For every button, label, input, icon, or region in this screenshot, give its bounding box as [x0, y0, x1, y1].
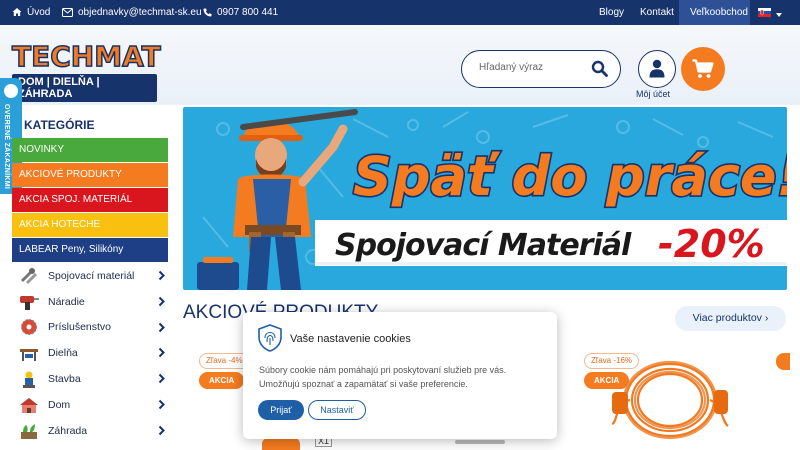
extension-cord-product-image[interactable] [610, 352, 730, 450]
phone-link[interactable]: 0907 800 441 [203, 0, 278, 25]
logo-wordmark: TECHMAT [11, 40, 161, 73]
drill-icon [20, 295, 39, 310]
house-icon [20, 397, 38, 413]
chevron-right-icon[interactable] [158, 399, 165, 410]
product-partial-image [262, 438, 300, 450]
sidebar-category-item[interactable]: Záhrada [12, 418, 168, 444]
banner-subline: Spojovací Materiál [335, 228, 632, 263]
sidebar-category-label: Náradie [48, 295, 85, 308]
search-box [461, 50, 621, 88]
sidebar-category-label: Príslušenstvo [48, 321, 112, 334]
sidebar-category-label: Dom [48, 398, 71, 411]
cookie-title: Vaše nastavenie cookies [290, 333, 411, 345]
sidebar-promo-item[interactable]: AKCIOVÉ PRODUKTY [12, 163, 168, 187]
language-selector[interactable] [758, 0, 787, 25]
category-title: KATEGÓRIE [24, 118, 95, 132]
techmat-logo[interactable]: TECHMAT DOM | DIELŇA | ZÁHRADA [11, 40, 161, 102]
email-link[interactable]: objednavky@techmat-sk.eu [62, 0, 202, 25]
sidebar-category-item[interactable]: Dielňa [12, 340, 168, 366]
banner-discount: -20% [658, 222, 765, 266]
fingerprint-shield-icon [258, 324, 282, 352]
chevron-right-icon[interactable] [158, 373, 165, 384]
user-icon [649, 59, 665, 78]
cookie-text: Súbory cookie nám pomáhajú pri poskytova… [259, 365, 507, 389]
chevron-right-icon[interactable] [158, 347, 165, 358]
chevron-right-icon[interactable] [158, 425, 165, 436]
blog-link[interactable]: Blogy [599, 0, 624, 25]
cookie-accept-button[interactable]: Prijať [258, 400, 304, 420]
cookie-settings-button[interactable]: Nastaviť [308, 400, 366, 420]
sidebar-category-item[interactable]: Príslušenstvo [12, 315, 168, 341]
email-link-label: objednavky@techmat-sk.eu [78, 7, 202, 18]
account-label[interactable]: Môj účet [636, 89, 670, 99]
next-product-badge [776, 353, 790, 370]
chevron-right-icon[interactable] [158, 322, 165, 333]
workbench-icon [20, 349, 38, 362]
home-icon [12, 8, 22, 16]
cart-button[interactable] [681, 47, 725, 91]
builder-icon [23, 371, 35, 389]
home-link-label: Úvod [27, 7, 51, 18]
chevron-right-icon[interactable] [158, 270, 165, 281]
envelope-icon [62, 8, 73, 17]
banner-headline: Späť do práce! [353, 145, 787, 208]
sidebar-category-label: Záhrada [48, 424, 88, 437]
sidebar-promo-item[interactable]: NOVINKY [12, 138, 168, 162]
verified-customers-label: OVERENÉ ZÁKAZNÍKMI [3, 104, 10, 190]
logo-tagline: DOM | DIELŇA | ZÁHRADA [12, 74, 157, 102]
phone-link-label: 0907 800 441 [217, 7, 279, 18]
sidebar-category-item[interactable]: Náradie [12, 289, 168, 315]
sidebar-category-label: Stavba [48, 373, 81, 386]
cart-icon [692, 59, 714, 78]
sidebar-category-label: Spojovací materiál [48, 269, 135, 282]
contact-link[interactable]: Kontakt [640, 0, 674, 25]
verified-check-icon [4, 84, 18, 98]
search-input[interactable] [479, 62, 589, 73]
sk-flag-icon [758, 8, 771, 17]
phone-icon [203, 8, 212, 17]
account-button[interactable] [638, 50, 676, 88]
screws-icon [20, 267, 38, 284]
sidebar-category-item[interactable]: Dom [12, 392, 168, 418]
search-icon[interactable] [591, 60, 608, 77]
home-link[interactable]: Úvod [12, 0, 50, 25]
promo-banner[interactable]: Späť do práce! Spojovací Materiál -20% [183, 107, 787, 290]
top-bar: Úvod objednavky@techmat-sk.eu 0907 800 4… [0, 0, 800, 25]
chevron-right-icon[interactable] [158, 296, 165, 307]
saw-blade-icon [21, 319, 37, 336]
caret-down-icon [775, 13, 782, 17]
sidebar-category-label: Dielňa [48, 347, 78, 360]
category-sidebar: KATEGÓRIE NOVINKY AKCIOVÉ PRODUKTY AKCIA S… [12, 110, 168, 444]
sidebar-category-item[interactable]: Spojovací materiál [12, 263, 168, 289]
garden-icon [21, 423, 37, 439]
cookie-consent-dialog: Vaše nastavenie cookies Súbory cookie ná… [243, 312, 557, 439]
sidebar-promo-item[interactable]: AKCIA SPOJ. MATERIÁL [12, 188, 168, 212]
product-partial-image [455, 440, 505, 444]
sidebar-promo-item[interactable]: AKCIA HOTECHE [12, 213, 168, 237]
sale-badge: AKCIA [199, 372, 245, 389]
discount-badge: Zľava -4% [199, 353, 250, 369]
sidebar-promo-item[interactable]: LABEAR Peny, Silikóny [12, 238, 168, 262]
more-products-button[interactable]: Viac produktov › [675, 306, 786, 331]
wholesale-link[interactable]: Veľkoobchod [679, 0, 750, 25]
sidebar-category-item[interactable]: Stavba [12, 366, 168, 392]
